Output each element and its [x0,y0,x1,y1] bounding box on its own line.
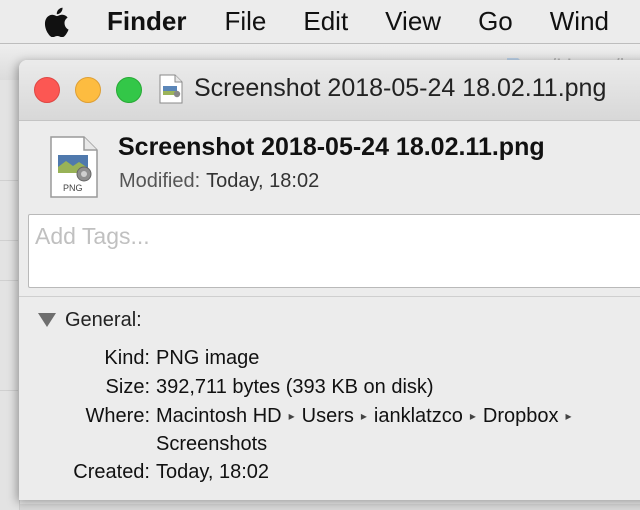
path-component: ianklatzco [373,405,463,427]
modified-value: Today, 18:02 [206,170,320,192]
close-button[interactable] [34,77,60,103]
path-component: Macintosh HD [156,405,282,427]
kind-value: PNG image [156,347,260,369]
menu-go[interactable]: Go [478,6,513,37]
size-value: 392,711 bytes (393 KB on disk) [156,376,434,398]
menu-edit[interactable]: Edit [303,6,348,37]
path-separator-icon: ▸ [469,409,476,423]
path-component: Dropbox [482,405,559,427]
png-file-icon [159,74,183,104]
menu-view[interactable]: View [385,6,441,37]
info-window-titlebar[interactable]: Screenshot 2018-05-24 18.02.11.png [19,60,640,121]
menu-window[interactable]: Wind [550,6,609,37]
size-label: Size: [105,376,150,398]
where-path: Macintosh HD ▸ Users ▸ ianklatzco ▸ Dropbox ▸ [156,405,579,428]
minimize-button[interactable] [75,77,101,103]
get-info-window: Screenshot 2018-05-24 18.02.11.png PNG S… [19,60,640,500]
general-section-title: General: [65,308,142,331]
where-path-end: Screenshots [156,433,268,455]
menu-bar: Finder File Edit View Go Wind [0,0,640,44]
modified-label: Modified: [119,170,201,192]
created-value: Today, 18:02 [156,461,270,483]
modified-line: Modified: Today, 18:02 [119,170,319,193]
path-separator-icon: ▸ [360,409,367,423]
background-window-sidebar [0,80,20,510]
file-name: Screenshot 2018-05-24 18.02.11.png [118,133,545,161]
path-component: Users [301,405,354,427]
kind-label: Kind: [104,347,150,369]
path-separator-icon: ▸ [565,409,572,423]
tags-input[interactable] [35,221,625,251]
png-file-icon: PNG [50,136,98,198]
divider [19,296,640,297]
tags-field[interactable] [28,214,640,288]
apple-menu-icon[interactable] [43,7,69,37]
created-label: Created: [73,461,150,483]
where-label: Where: [85,405,150,427]
zoom-button[interactable] [116,77,142,103]
file-icon-label: PNG [63,183,83,193]
file-header: PNG Screenshot 2018-05-24 18.02.11.png M… [19,121,640,213]
path-separator-icon: ▸ [288,409,295,423]
general-section-header[interactable]: General: [38,306,142,334]
disclosure-triangle-icon[interactable] [38,313,56,327]
window-title: Screenshot 2018-05-24 18.02.11.png [194,74,607,102]
menu-finder[interactable]: Finder [107,6,186,37]
menu-file[interactable]: File [224,6,266,37]
